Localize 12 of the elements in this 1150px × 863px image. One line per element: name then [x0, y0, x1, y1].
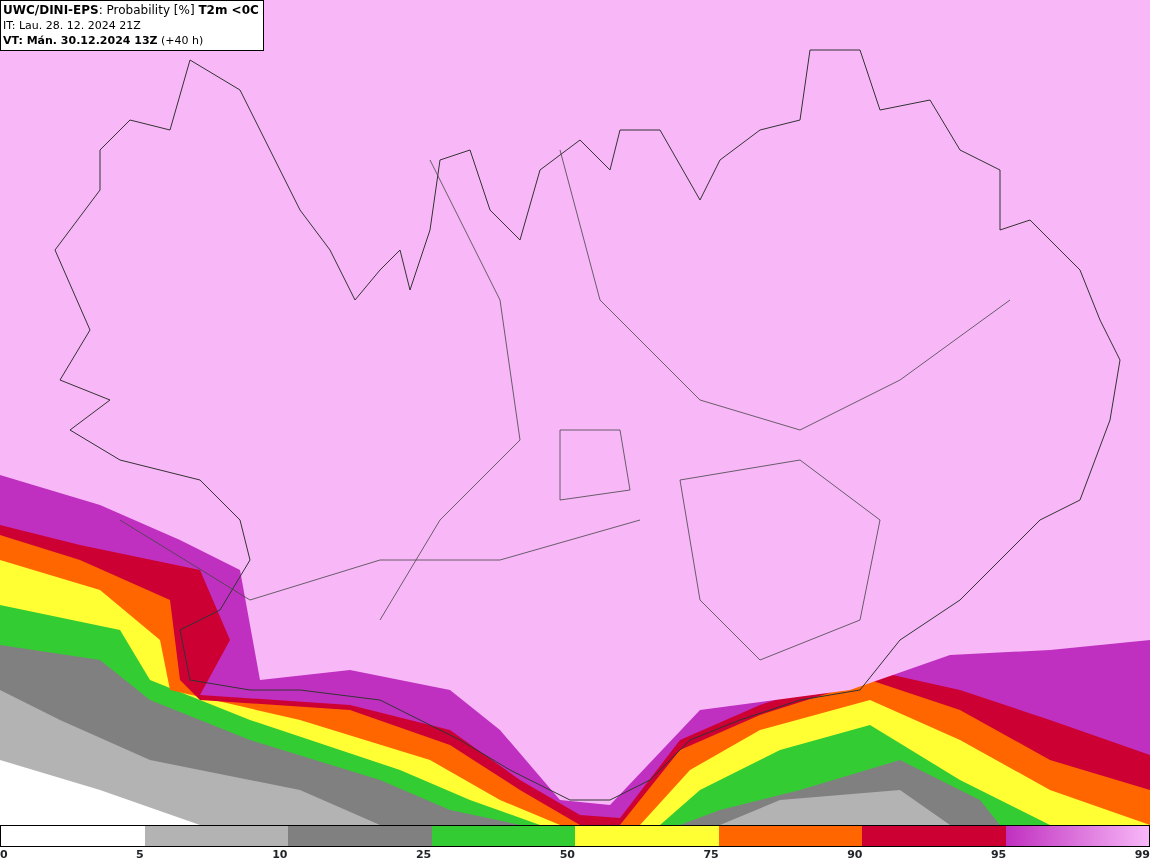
title-line: VT: Mán. 30.12.2024 13Z (+40 h): [3, 33, 205, 48]
scale-label: 95: [990, 847, 1007, 863]
scale-label: 5: [136, 847, 144, 863]
title-line: IT: Lau. 28. 12. 2024 21Z: [3, 18, 142, 33]
scale-label: 99: [1134, 847, 1150, 863]
scale-label: 10: [272, 847, 288, 863]
title-line: UWC/DINI-EPS: Probability [%] T2m <0C: [3, 3, 259, 18]
scale-label: 90: [847, 847, 863, 863]
scale-label: 50: [559, 847, 575, 863]
scale-label: 25: [415, 847, 432, 863]
scale-label: 0: [0, 847, 8, 863]
scale-label: 75: [703, 847, 719, 863]
